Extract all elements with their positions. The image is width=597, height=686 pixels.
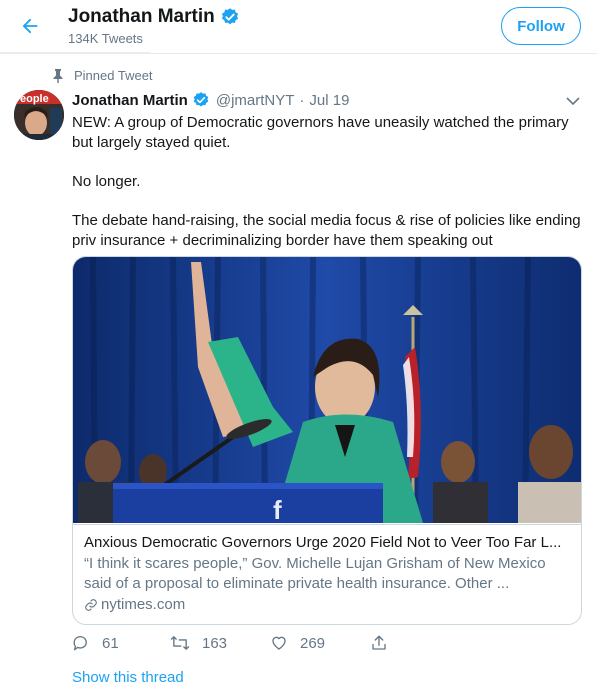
share-icon [372, 635, 386, 650]
author-name[interactable]: Jonathan Martin [72, 92, 188, 109]
heart-icon [272, 636, 286, 650]
tweet-date[interactable]: Jul 19 [309, 92, 349, 109]
card-title: Anxious Democratic Governors Urge 2020 F… [84, 534, 562, 551]
reply-icon [73, 636, 87, 651]
pin-icon [53, 68, 63, 83]
profile-name-text: Jonathan Martin [68, 6, 215, 27]
card-image: f [73, 257, 581, 523]
tweet-paragraph: The debate hand-raising, the social medi… [72, 212, 581, 249]
retweet-button[interactable]: 163 [170, 634, 227, 652]
avatar[interactable]: eople [14, 90, 64, 140]
card-domain: nytimes.com [84, 595, 570, 615]
card-body: Anxious Democratic Governors Urge 2020 F… [73, 524, 581, 624]
link-icon [85, 599, 97, 611]
reply-count: 61 [102, 634, 119, 652]
svg-text:f: f [273, 495, 282, 523]
header-divider [0, 52, 150, 54]
author-handle[interactable]: @jmartNYT [216, 92, 295, 109]
profile-name: Jonathan Martin [68, 6, 240, 28]
back-button[interactable] [16, 12, 44, 40]
profile-header: Jonathan Martin 134K Tweets Follow [0, 0, 597, 54]
tweet-paragraph: No longer. [72, 173, 141, 190]
tweet-count: 134K Tweets [68, 31, 143, 46]
tweet-header: Jonathan Martin @jmartNYT · Jul 19 [72, 91, 349, 109]
reply-button[interactable]: 61 [72, 634, 119, 652]
like-button[interactable]: 269 [270, 634, 325, 652]
retweet-icon [170, 636, 190, 650]
verified-badge-icon [193, 92, 209, 107]
retweet-count: 163 [202, 634, 228, 652]
share-button[interactable] [370, 634, 400, 652]
like-count: 269 [300, 634, 326, 652]
arrow-left-icon [22, 18, 38, 34]
chevron-down-icon[interactable] [565, 94, 581, 108]
pinned-label: Pinned Tweet [52, 68, 153, 83]
verified-badge-icon [221, 8, 238, 25]
tweet-paragraph: NEW: A group of Democratic governors hav… [72, 114, 569, 151]
separator-dot: · [299, 91, 305, 109]
svg-text:eople: eople [20, 93, 49, 105]
link-card[interactable]: f Anxious Democratic Governors Urge 2020… [72, 256, 582, 625]
card-domain-text: nytimes.com [101, 596, 186, 613]
avatar-image: eople [14, 90, 64, 140]
pinned-text: Pinned Tweet [74, 68, 153, 83]
tweet-actions: 61 163 269 [72, 634, 472, 656]
show-thread-link[interactable]: Show this thread [72, 669, 184, 686]
tweet-text: NEW: A group of Democratic governors hav… [72, 113, 582, 270]
follow-button[interactable]: Follow [501, 7, 581, 45]
card-description: “I think it scares people,” Gov. Michell… [84, 555, 546, 592]
